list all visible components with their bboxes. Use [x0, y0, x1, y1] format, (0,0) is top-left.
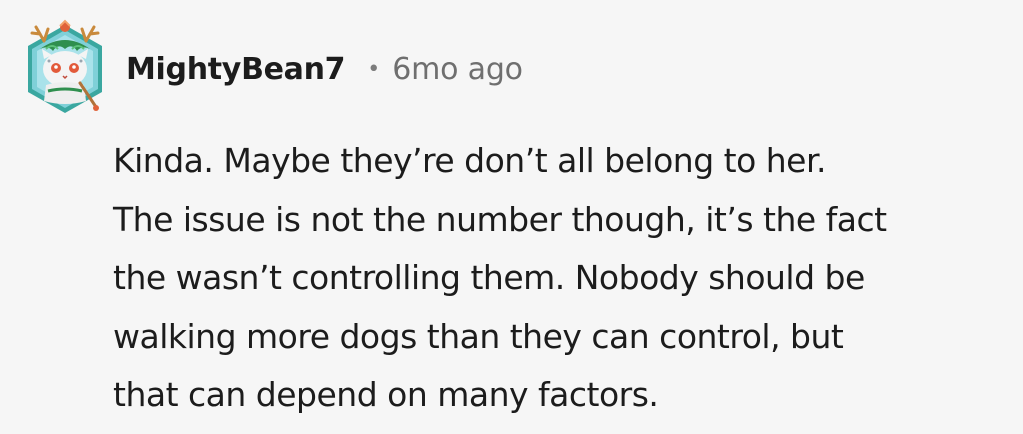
snow-leopard-avatar-icon: [28, 19, 102, 113]
comment-body-line: Kinda. Maybe they’re don’t all belong to…: [113, 141, 827, 180]
comment-body-line: the wasn’t controlling them. Nobody shou…: [113, 258, 865, 297]
username-link[interactable]: MightyBean7: [126, 52, 346, 87]
comment-body-line: that can depend on many factors.: [113, 375, 659, 414]
comment: MightyBean7 • 6mo ago Kinda. Maybe they’…: [0, 0, 1023, 434]
comment-body: Kinda. Maybe they’re don’t all belong to…: [113, 132, 1008, 425]
comment-body-line: The issue is not the number though, it’s…: [113, 199, 887, 239]
comment-body-line: walking more dogs than they can control,…: [113, 316, 844, 356]
comment-header: MightyBean7 • 6mo ago: [22, 14, 523, 124]
timestamp-link[interactable]: 6mo ago: [392, 52, 523, 87]
avatar[interactable]: [22, 19, 108, 119]
meta-separator: •: [367, 56, 381, 82]
